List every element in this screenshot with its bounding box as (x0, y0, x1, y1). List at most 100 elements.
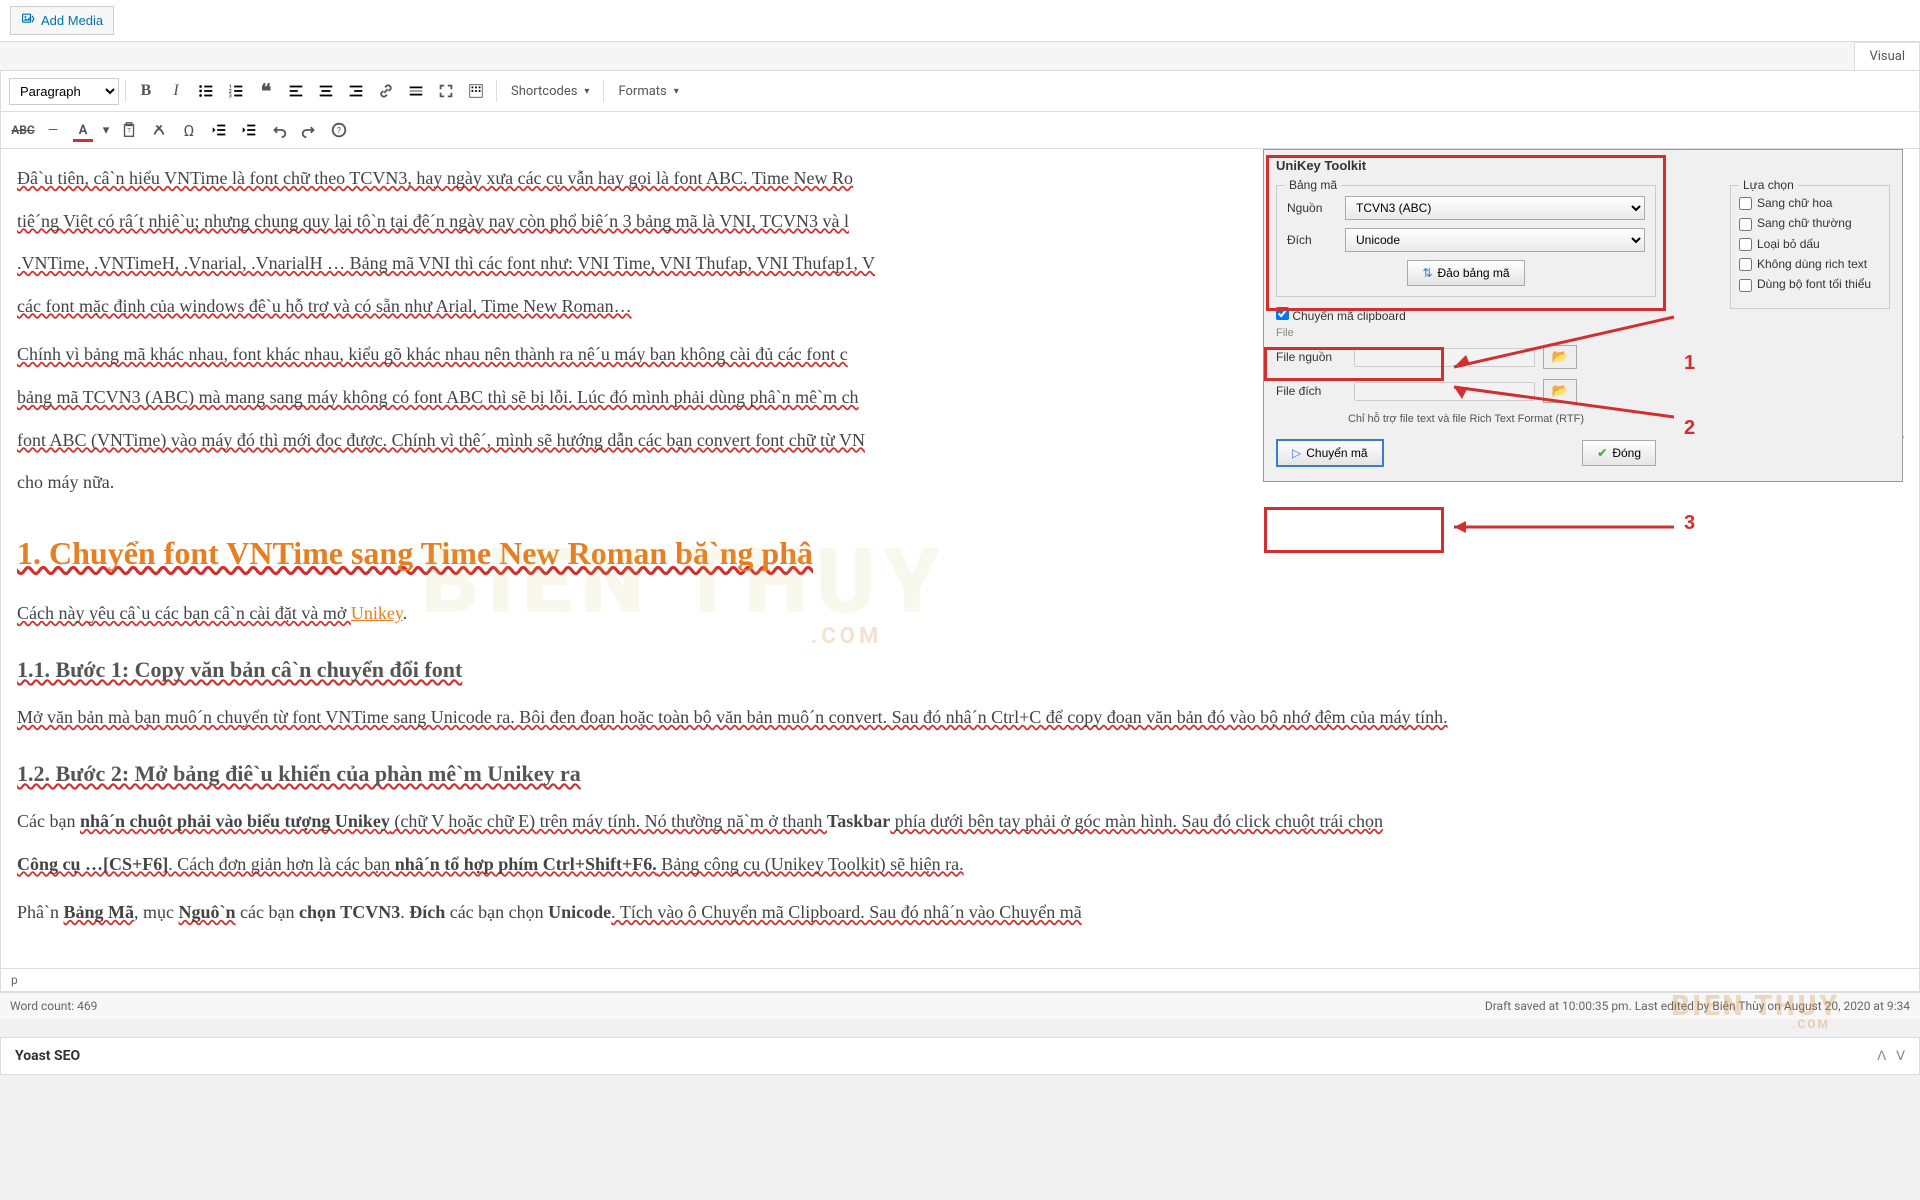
convert-label: Chuyển mã (1306, 446, 1367, 460)
editor-toolbar: Paragraph B I 123 ❝ Shortcodes Formats (0, 70, 1920, 112)
text: Đâ`u tiên, câ`n hiểu VNTime là font chữ … (17, 168, 853, 188)
close-button[interactable]: ✔ Đóng (1582, 440, 1656, 466)
redo-button[interactable] (295, 116, 323, 144)
paste-text-button[interactable]: T (115, 116, 143, 144)
convert-button[interactable]: ▷ Chuyển mã (1276, 439, 1384, 467)
media-icon (21, 11, 37, 30)
file-note: Chỉ hỗ trợ file text và file Rich Text F… (1276, 413, 1656, 425)
add-media-label: Add Media (41, 13, 103, 28)
text: , mục (134, 902, 179, 922)
annotation-num-2: 2 (1684, 417, 1695, 440)
text: Taskbar (827, 811, 890, 831)
dest-label: Đích (1287, 233, 1337, 247)
paragraph-select[interactable]: Paragraph (9, 78, 119, 105)
text: Công cụ …[CS+F6] (17, 854, 168, 874)
annotation-num-1: 1 (1684, 352, 1695, 375)
align-center-button[interactable] (312, 77, 340, 105)
special-char-button[interactable]: Ω (175, 116, 203, 144)
file-src-browse-button[interactable]: 📂 (1543, 345, 1577, 369)
heading-2: 1.2. Bước 2: Mở bảng điê`u khiển của phà… (17, 761, 581, 786)
fullscreen-button[interactable] (432, 77, 460, 105)
add-media-button[interactable]: Add Media (10, 6, 114, 35)
options-label: Lựa chọn (1739, 178, 1798, 192)
align-left-button[interactable] (282, 77, 310, 105)
file-dst-input (1354, 382, 1535, 401)
opt-uppercase[interactable]: Sang chữ hoa (1739, 196, 1881, 210)
file-dst-browse-button[interactable]: 📂 (1543, 379, 1577, 403)
swap-encoding-button[interactable]: ⇅ Đảo bảng mã (1407, 260, 1524, 286)
footer-watermark-com: .COM (1792, 1017, 1830, 1031)
text: tiê´ng Việt có râ´t nhiê`u; nhưng chung … (17, 211, 849, 231)
link-button[interactable] (372, 77, 400, 105)
align-right-button[interactable] (342, 77, 370, 105)
indent-button[interactable] (235, 116, 263, 144)
svg-text:3: 3 (229, 93, 232, 99)
dest-select[interactable]: Unicode (1345, 228, 1645, 252)
text: font ABC (VNTime) vào máy đó thì mới đọc… (17, 430, 865, 450)
text: Các bạn (17, 811, 80, 831)
shortcodes-dropdown[interactable]: Shortcodes (503, 77, 597, 105)
clipboard-checkbox[interactable] (1276, 307, 1289, 320)
help-button[interactable]: ? (325, 116, 353, 144)
unikey-link[interactable]: Unikey (351, 603, 403, 623)
clipboard-checkbox-label[interactable]: Chuyển mã clipboard (1276, 309, 1406, 323)
ul-button[interactable] (192, 77, 220, 105)
file-src-input (1354, 348, 1535, 367)
text: phía dưới bên tay phải ở góc màn hình. S… (890, 811, 1383, 831)
file-dst-label: File đích (1276, 384, 1346, 398)
text-color-button[interactable]: A (69, 116, 97, 144)
text: Đích (409, 902, 445, 922)
editor-toolbar-row2: ABC — A ▾ T Ω ? (0, 112, 1920, 149)
text: các bạn (236, 902, 299, 922)
element-path: p (11, 973, 18, 987)
outdent-button[interactable] (205, 116, 233, 144)
text: . Tích vào ô Chuyển mã Clipboard. Sau đó… (611, 902, 1082, 922)
unikey-toolkit-panel: UniKey Toolkit Bảng mã Nguồn TCVN3 (ABC)… (1263, 149, 1903, 482)
opt-remove-accent[interactable]: Loại bỏ dấu (1739, 237, 1881, 251)
yoast-expand-button[interactable]: ᐯ (1896, 1049, 1905, 1064)
annotation-num-3: 3 (1684, 512, 1695, 535)
opt-min-font[interactable]: Dùng bộ font tối thiểu (1739, 277, 1881, 291)
file-src-label: File nguồn (1276, 350, 1346, 364)
heading-2: 1.1. Bước 1: Copy văn bản câ`n chuyển đổ… (17, 657, 462, 682)
formats-dropdown[interactable]: Formats (610, 77, 686, 105)
clipboard-check-text: Chuyển mã clipboard (1292, 309, 1405, 323)
swap-icon: ⇅ (1422, 266, 1432, 280)
strikethrough-button[interactable]: ABC (9, 116, 37, 144)
text: (chữ V hoặc chữ E) trên máy tính. Nó thư… (390, 811, 827, 831)
editor-content-area[interactable]: BIEN THUY .COM Đâ`u tiên, câ`n hiểu VNTi… (0, 149, 1920, 969)
more-button[interactable] (402, 77, 430, 105)
bangma-label: Bảng mã (1285, 178, 1341, 192)
italic-button[interactable]: I (162, 77, 190, 105)
text: nhâ´n tổ hợp phím Ctrl+Shift+F6. (395, 854, 657, 874)
text: Bảng Mã (64, 902, 135, 922)
text: Mở văn bản mà bạn muô´n chuyển từ font V… (17, 707, 1448, 727)
word-count: Word count: 469 (10, 999, 97, 1013)
text: .VNTime, .VNTimeH, .Vnarial, .VnarialH …… (17, 253, 875, 273)
text: bảng mã TCVN3 (ABC) mà mang sang máy khô… (17, 387, 859, 407)
play-icon: ▷ (1292, 446, 1301, 460)
swap-label: Đảo bảng mã (1438, 266, 1510, 280)
file-section-label: File (1276, 327, 1656, 339)
text-color-dropdown[interactable]: ▾ (99, 116, 113, 144)
unikey-title: UniKey Toolkit (1264, 150, 1902, 177)
tab-visual[interactable]: Visual (1854, 42, 1920, 70)
ol-button[interactable]: 123 (222, 77, 250, 105)
opt-no-richtext[interactable]: Không dùng rich text (1739, 257, 1881, 271)
text: Cách này yêu câ`u các bạn câ`n cài đặt v… (17, 603, 351, 623)
quote-button[interactable]: ❝ (252, 77, 280, 105)
draft-status: Draft saved at 10:00:35 pm. Last edited … (1485, 999, 1910, 1013)
svg-text:?: ? (337, 127, 341, 137)
bold-button[interactable]: B (132, 77, 160, 105)
source-select[interactable]: TCVN3 (ABC) (1345, 196, 1645, 220)
text: . Cách đơn giản hơn là các bạn (168, 854, 394, 874)
text: các font mặc định của windows đê`u hỗ tr… (17, 296, 632, 316)
opt-lowercase[interactable]: Sang chữ thường (1739, 216, 1881, 230)
source-label: Nguồn (1287, 201, 1337, 215)
yoast-collapse-button[interactable]: ᐱ (1877, 1049, 1886, 1064)
clear-format-button[interactable] (145, 116, 173, 144)
toolbar-toggle-button[interactable] (462, 77, 490, 105)
text: chọn TCVN3 (299, 902, 400, 922)
hr-button[interactable]: — (39, 116, 67, 144)
undo-button[interactable] (265, 116, 293, 144)
